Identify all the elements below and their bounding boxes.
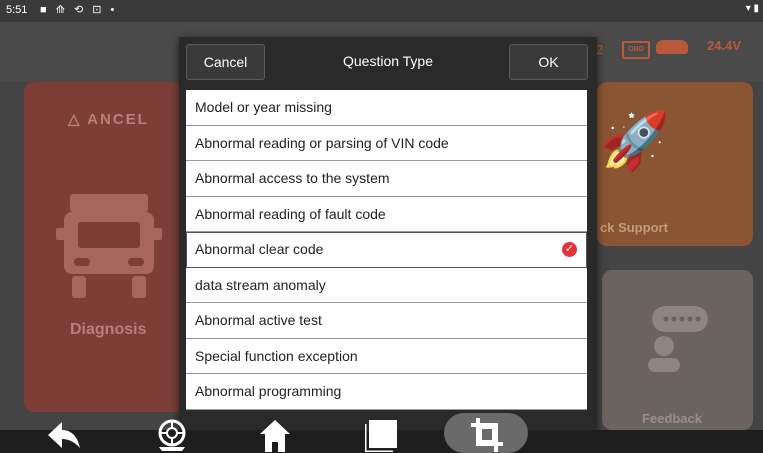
question-type-item[interactable]: Abnormal active test✓ <box>186 303 587 339</box>
selected-check-icon: ✓ <box>562 242 577 257</box>
question-type-item[interactable]: Abnormal programming✓ <box>186 374 587 410</box>
notification-icons: ■ ⟰ ⟲ ⊡ • <box>40 4 118 16</box>
question-type-item[interactable]: data stream anomaly✓ <box>186 267 587 303</box>
question-type-item[interactable]: Model or year missing✓ <box>186 90 587 126</box>
question-type-label: Abnormal programming <box>195 383 342 399</box>
question-type-item[interactable]: Special function exception✓ <box>186 338 587 374</box>
rocket-icon: 🚀 <box>600 109 670 172</box>
question-type-label: Abnormal active test <box>195 312 322 328</box>
battery-voltage: 24.4V <box>707 38 741 53</box>
back-icon[interactable] <box>46 420 82 450</box>
wheel-icon[interactable] <box>155 418 189 452</box>
support-label: ck Support <box>600 220 668 235</box>
brand-name: ANCEL <box>87 111 149 128</box>
feedback-icon <box>648 306 708 372</box>
brand-logo: △ ANCEL <box>68 111 149 128</box>
question-type-item[interactable]: Abnormal access to the system✓ <box>186 161 587 197</box>
question-type-label: Model or year missing <box>195 99 332 115</box>
question-type-label: data stream anomaly <box>195 276 326 293</box>
feedback-label: Feedback <box>642 411 702 426</box>
question-type-label: Abnormal clear code <box>195 241 324 257</box>
question-type-label: Abnormal reading or parsing of VIN code <box>195 134 449 151</box>
ok-button[interactable]: OK <box>509 44 588 80</box>
home-icon[interactable] <box>258 418 292 452</box>
status-time: 5:51 <box>6 4 28 16</box>
question-type-label: Special function exception <box>195 347 358 364</box>
diagnosis-label: Diagnosis <box>70 321 147 338</box>
question-type-item[interactable]: Abnormal reading of fault code✓ <box>186 196 587 232</box>
question-type-label: Abnormal access to the system <box>195 170 390 186</box>
background-number: 2 <box>596 42 604 57</box>
question-type-label: Abnormal reading of fault code <box>195 205 386 222</box>
car-connected-icon <box>656 40 688 54</box>
system-icons: ▾ ▮ <box>745 3 759 14</box>
question-type-item[interactable]: Abnormal reading or parsing of VIN code✓ <box>186 125 587 161</box>
obd-icon: OBD <box>622 41 650 59</box>
question-type-list[interactable]: Model or year missing✓Abnormal reading o… <box>186 90 587 420</box>
recents-icon[interactable] <box>365 418 399 452</box>
question-type-item[interactable]: Abnormal clear code ✓ <box>186 232 587 268</box>
status-bar: 5:51 ■ ⟰ ⟲ ⊡ • ▾ ▮ <box>0 0 763 22</box>
question-type-dialog: Cancel Question Type OK Model or year mi… <box>179 37 597 430</box>
truck-icon <box>56 194 162 298</box>
crop-icon[interactable] <box>471 418 503 452</box>
